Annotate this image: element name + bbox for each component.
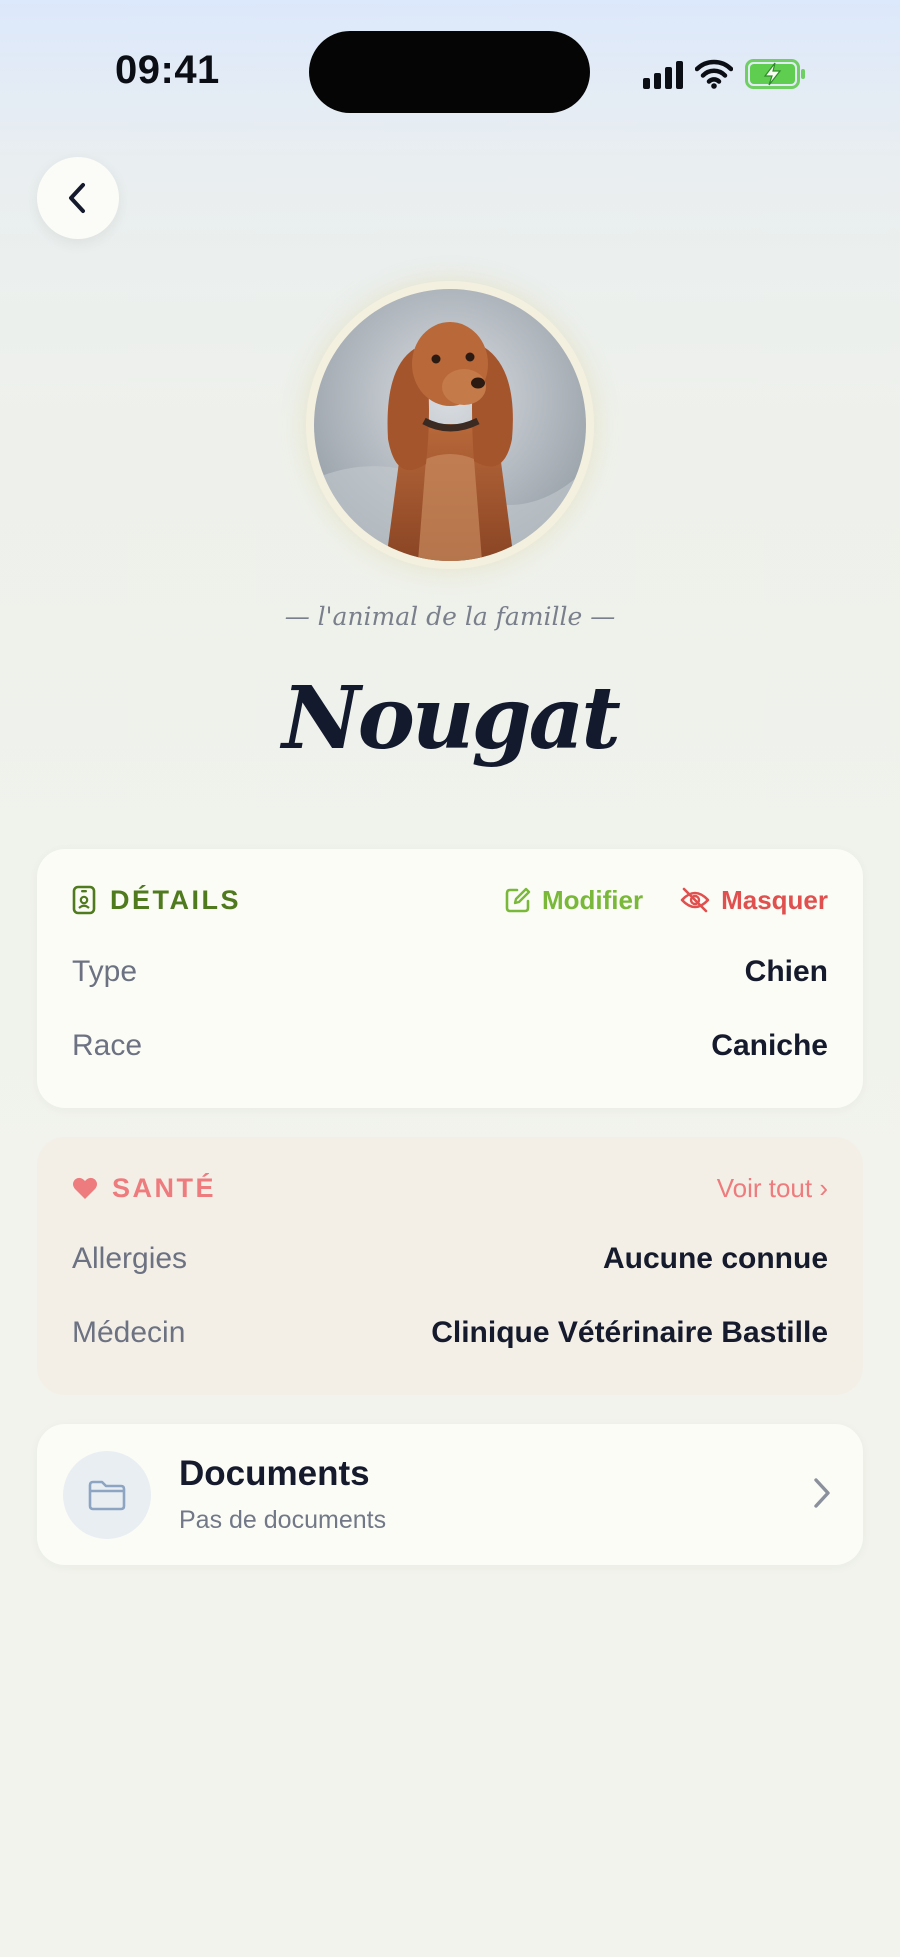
chevron-left-icon: [69, 183, 85, 213]
documents-title: Documents: [179, 1454, 370, 1493]
see-all-link[interactable]: Voir tout ›: [717, 1173, 828, 1204]
edit-button[interactable]: Modifier: [504, 885, 643, 916]
details-title: DÉTAILS: [110, 884, 241, 915]
row-value: Caniche: [711, 1029, 828, 1062]
hide-button[interactable]: Masquer: [679, 885, 828, 916]
row-value: Clinique Vétérinaire Bastille: [431, 1316, 828, 1349]
detail-row-type: Type Chien: [72, 950, 828, 994]
id-badge-icon: [72, 885, 96, 915]
dynamic-island: [309, 31, 590, 113]
edit-icon: [505, 887, 531, 913]
details-card: DÉTAILS Modifier Masquer Type Chien Race…: [37, 849, 863, 1108]
wifi-icon: [695, 59, 733, 89]
chevron-right-icon: [814, 1478, 830, 1508]
pet-avatar[interactable]: [314, 289, 586, 561]
row-value: Aucune connue: [602, 1242, 828, 1275]
health-row-vet: Médecin Clinique Vétérinaire Bastille: [72, 1311, 828, 1355]
folder-icon: [88, 1480, 126, 1511]
battery-charging-icon: [745, 59, 805, 89]
health-card: SANTÉ Voir tout › Allergies Aucune connu…: [37, 1137, 863, 1395]
see-all-label: Voir tout ›: [716, 1172, 828, 1203]
dog-photo: [314, 289, 586, 561]
health-title: SANTÉ: [112, 1172, 217, 1203]
documents-subtitle: Pas de documents: [179, 1506, 387, 1534]
documents-card[interactable]: Documents Pas de documents: [37, 1424, 863, 1565]
pet-avatar-frame: [306, 281, 594, 569]
edit-label: Modifier: [541, 884, 644, 915]
system-icons: [643, 54, 807, 94]
status-time: 09:41: [115, 48, 220, 92]
health-row-allergies: Allergies Aucune connue: [72, 1237, 828, 1281]
details-header: DÉTAILS Modifier Masquer: [72, 879, 828, 921]
row-label: Médecin: [72, 1316, 186, 1349]
row-value: Chien: [744, 955, 828, 988]
row-label: Type: [72, 955, 138, 988]
row-label: Race: [72, 1029, 143, 1062]
detail-row-breed: Race Caniche: [72, 1024, 828, 1068]
row-label: Allergies: [72, 1242, 188, 1275]
hide-label: Masquer: [721, 884, 828, 915]
signal-icon: [643, 59, 683, 89]
heart-icon: [73, 1177, 97, 1199]
status-bar: 09:41: [0, 0, 900, 140]
eye-off-icon: [680, 887, 710, 913]
health-header: SANTÉ Voir tout ›: [72, 1167, 828, 1209]
documents-icon-circle: [63, 1451, 151, 1539]
back-button[interactable]: [37, 157, 119, 239]
pet-tagline: — l'animal de la famille —: [284, 602, 616, 631]
pet-name: Nougat: [281, 668, 621, 769]
